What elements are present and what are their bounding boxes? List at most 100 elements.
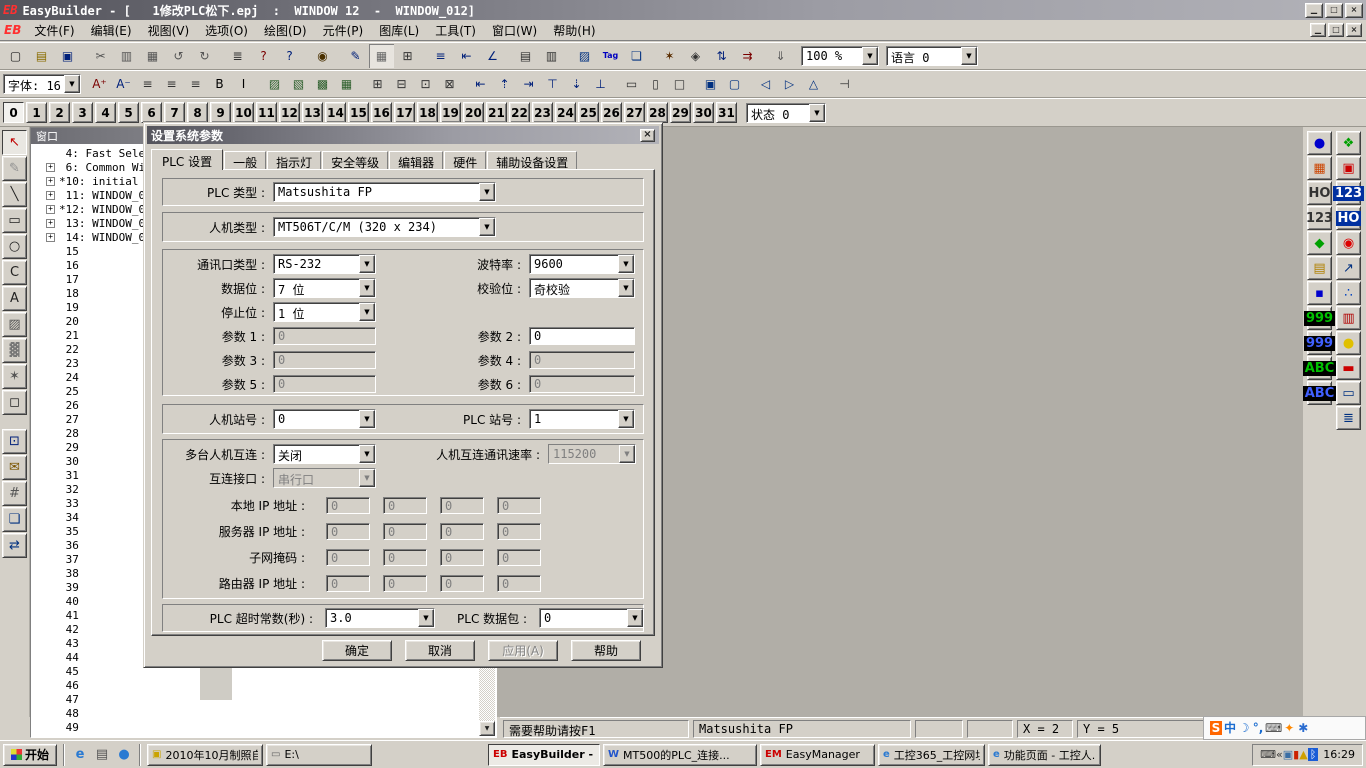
align-left-button[interactable]: ≡: [136, 73, 159, 96]
toggle-switch-element[interactable]: HO: [1307, 181, 1332, 205]
menu-help[interactable]: 帮助(H): [545, 20, 603, 41]
align-right-edge-button[interactable]: ⇥: [517, 73, 540, 96]
new-button[interactable]: ▢: [3, 44, 28, 68]
set-word-element[interactable]: 123: [1307, 206, 1332, 230]
project-download-button[interactable]: ⇉: [735, 44, 760, 68]
save-button[interactable]: ▣: [55, 44, 80, 68]
export-window-button[interactable]: ❏: [624, 44, 649, 68]
network-tray-icon[interactable]: ▣: [1283, 749, 1293, 760]
ok-button[interactable]: 确定: [322, 640, 392, 661]
window-page-button-20[interactable]: 20: [463, 102, 484, 123]
dialog-titlebar[interactable]: 设置系统参数 ×: [147, 126, 659, 144]
multi-link-combobox[interactable]: 关闭 ▼: [273, 444, 376, 464]
trend-display-element[interactable]: ↗: [1336, 256, 1361, 280]
expand-plus-icon[interactable]: +: [46, 191, 55, 200]
media-quicklaunch-icon[interactable]: ●: [115, 746, 133, 764]
alarm-bar-element[interactable]: ▬: [1336, 356, 1361, 380]
window-page-button-10[interactable]: 10: [233, 102, 254, 123]
menu-file[interactable]: 文件(F): [26, 20, 82, 41]
show-desktop-icon[interactable]: ▤: [93, 746, 111, 764]
align-center-button[interactable]: ≡: [160, 73, 183, 96]
window-page-button-29[interactable]: 29: [670, 102, 691, 123]
dropdown-arrow-icon[interactable]: ▼: [961, 47, 977, 65]
ungroup-button[interactable]: ▢: [723, 73, 746, 96]
width-shrink-button[interactable]: ⊠: [438, 73, 461, 96]
element-position-button[interactable]: ⇤: [454, 44, 479, 68]
tag-button[interactable]: Tag: [598, 44, 623, 68]
window-page-button-19[interactable]: 19: [440, 102, 461, 123]
menu-view[interactable]: 视图(V): [140, 20, 198, 41]
state-combobox[interactable]: 状态 0 ▼: [746, 103, 826, 123]
collapse-tray-icon[interactable]: «: [1276, 749, 1283, 760]
window-page-button-24[interactable]: 24: [555, 102, 576, 123]
window-page-button-12[interactable]: 12: [279, 102, 300, 123]
transform-tool[interactable]: ✎: [2, 156, 27, 181]
window-page-button-8[interactable]: 8: [187, 102, 208, 123]
window-page-button-21[interactable]: 21: [486, 102, 507, 123]
tab-hardware[interactable]: 硬件: [444, 151, 486, 169]
cut-button[interactable]: ✂: [88, 44, 113, 68]
dropdown-arrow-icon[interactable]: ▼: [359, 445, 375, 463]
halfwidth-mode-icon[interactable]: ☽: [1237, 719, 1251, 737]
menu-tool[interactable]: 工具(T): [427, 20, 484, 41]
window-page-button-3[interactable]: 3: [72, 102, 93, 123]
ellipse-tool[interactable]: ○: [2, 234, 27, 259]
tab-indicator[interactable]: 指示灯: [267, 151, 321, 169]
xy-plot-element[interactable]: ∴: [1336, 281, 1361, 305]
direct-window-element[interactable]: ▭: [1336, 381, 1361, 405]
compile-button[interactable]: ✶: [657, 44, 682, 68]
arc-tool[interactable]: C: [2, 260, 27, 285]
align-bottom-button[interactable]: ⊥: [589, 73, 612, 96]
dropdown-arrow-icon[interactable]: ▼: [359, 303, 375, 321]
align-left-edge-button[interactable]: ⇤: [469, 73, 492, 96]
plc-type-combobox[interactable]: Matsushita FP ▼: [273, 182, 496, 202]
tab-general[interactable]: 一般: [224, 151, 266, 169]
tab-aux-device[interactable]: 辅助设备设置: [487, 151, 577, 169]
function-key-element[interactable]: ◆: [1307, 231, 1332, 255]
align-elements-button[interactable]: ≡: [428, 44, 453, 68]
flip-horizontal-button[interactable]: ▷: [778, 73, 801, 96]
dialog-close-button[interactable]: ×: [640, 129, 655, 142]
tab-plc-settings[interactable]: PLC 设置: [151, 149, 223, 170]
parity-combobox[interactable]: 奇校验 ▼: [529, 278, 635, 298]
window-list-button[interactable]: ▥: [539, 44, 564, 68]
zoom-combobox[interactable]: 100 % ▼: [801, 46, 879, 66]
window-page-button-0[interactable]: 0: [3, 102, 24, 123]
cancel-button[interactable]: 取消: [405, 640, 475, 661]
start-button[interactable]: 开始: [3, 744, 57, 766]
ascii-display-element[interactable]: ABC: [1307, 381, 1332, 405]
bring-front-button[interactable]: ▨: [263, 73, 286, 96]
document-close-button[interactable]: ×: [1346, 23, 1362, 37]
tree-item[interactable]: 46: [33, 678, 478, 692]
port-type-combobox[interactable]: RS-232 ▼: [273, 254, 376, 274]
window-page-button-9[interactable]: 9: [210, 102, 231, 123]
height-enlarge-button[interactable]: ⊞: [366, 73, 389, 96]
task-easymanager[interactable]: EMEasyManager: [760, 744, 875, 766]
timeout-combobox[interactable]: 3.0 ▼: [325, 608, 435, 628]
dropdown-arrow-icon[interactable]: ▼: [64, 75, 80, 93]
task-ie-gongkong365[interactable]: e工控365_工控网址...: [878, 744, 985, 766]
measure-button[interactable]: ∠: [480, 44, 505, 68]
context-help-button[interactable]: ?: [277, 44, 302, 68]
tray-clock[interactable]: 16:29: [1323, 748, 1355, 761]
menu-parts[interactable]: 元件(P): [315, 20, 372, 41]
font-increase-button[interactable]: A⁺: [88, 73, 111, 96]
alarm-display-element[interactable]: ◉: [1336, 231, 1361, 255]
send-button[interactable]: ⇓: [768, 44, 793, 68]
skin-icon[interactable]: ✦: [1282, 719, 1296, 737]
send-backward-button[interactable]: ▦: [335, 73, 358, 96]
window-page-button-5[interactable]: 5: [118, 102, 139, 123]
window-page-button-22[interactable]: 22: [509, 102, 530, 123]
expand-plus-icon[interactable]: +: [46, 177, 55, 186]
numeric-data-element[interactable]: 123: [1336, 181, 1361, 205]
width-enlarge-button[interactable]: ⊡: [414, 73, 437, 96]
language-combobox[interactable]: 语言 0 ▼: [886, 46, 978, 66]
animation-element[interactable]: ▣: [1336, 156, 1361, 180]
document-restore-button[interactable]: □: [1328, 23, 1344, 37]
grid-button[interactable]: ▦: [369, 44, 394, 68]
paste-button[interactable]: ▦: [140, 44, 165, 68]
chinese-mode-icon[interactable]: 中: [1223, 719, 1237, 737]
window-page-button-17[interactable]: 17: [394, 102, 415, 123]
task-word-doc[interactable]: WMT500的PLC_连接...: [603, 744, 757, 766]
bit-lamp-element[interactable]: ●: [1307, 131, 1332, 155]
